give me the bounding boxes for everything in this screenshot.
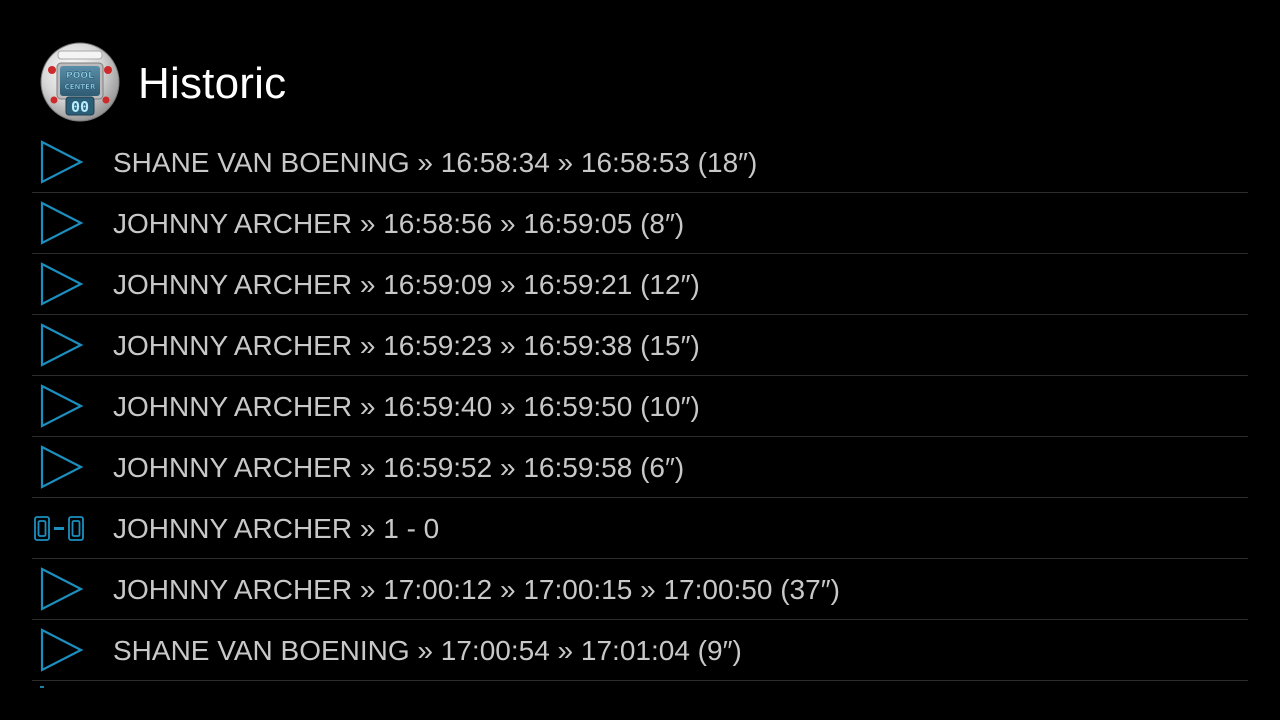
history-item-label: JOHNNY ARCHER » 16:59:52 » 16:59:58 (6″) <box>113 452 685 483</box>
history-item-label: JOHNNY ARCHER » 16:59:40 » 16:59:50 (10″… <box>113 391 700 422</box>
score-icon <box>34 505 86 551</box>
play-icon <box>38 322 84 368</box>
history-item-label: JOHNNY ARCHER » 17:00:12 » 17:00:15 » 17… <box>113 574 840 605</box>
history-item[interactable]: JOHNNY ARCHER » 17:00:12 » 17:00:15 » 17… <box>32 559 1248 620</box>
logo-text-center: CENTER <box>65 83 96 91</box>
logo-text-pool: POOL <box>66 71 94 81</box>
history-item-label: SHANE VAN BOENING » 17:00:54 » 17:01:04 … <box>113 635 742 666</box>
next-row-icon-peek <box>40 686 44 688</box>
history-item[interactable]: SHANE VAN BOENING » 17:00:54 » 17:01:04 … <box>32 620 1248 681</box>
history-item[interactable]: SHANE VAN BOENING » 16:58:34 » 16:58:53 … <box>32 132 1248 193</box>
history-item[interactable]: JOHNNY ARCHER » 16:58:56 » 16:59:05 (8″) <box>32 193 1248 254</box>
history-item[interactable]: JOHNNY ARCHER » 16:59:23 » 16:59:38 (15″… <box>32 315 1248 376</box>
play-icon <box>38 261 84 307</box>
history-item[interactable]: JOHNNY ARCHER » 16:59:40 » 16:59:50 (10″… <box>32 376 1248 437</box>
history-list: SHANE VAN BOENING » 16:58:34 » 16:58:53 … <box>32 132 1248 681</box>
play-icon <box>38 383 84 429</box>
history-item-label: SHANE VAN BOENING » 16:58:34 » 16:58:53 … <box>113 147 758 178</box>
history-item-label: JOHNNY ARCHER » 16:59:23 » 16:59:38 (15″… <box>113 330 700 361</box>
play-icon <box>38 139 84 185</box>
action-bar: POOL CENTER 00 Historic <box>0 0 1280 130</box>
app-window: POOL CENTER 00 Historic SHANE VAN BOENIN… <box>0 0 1280 720</box>
play-icon <box>38 200 84 246</box>
pool-center-logo-icon[interactable]: POOL CENTER 00 <box>40 42 120 122</box>
logo-text-digits: 00 <box>71 98 89 116</box>
play-icon <box>38 566 84 612</box>
history-item[interactable]: JOHNNY ARCHER » 16:59:52 » 16:59:58 (6″) <box>32 437 1248 498</box>
history-item-label: JOHNNY ARCHER » 16:58:56 » 16:59:05 (8″) <box>113 208 685 239</box>
play-icon <box>38 627 84 673</box>
history-item-label: JOHNNY ARCHER » 1 - 0 <box>113 513 440 544</box>
play-icon <box>38 444 84 490</box>
history-item[interactable]: JOHNNY ARCHER » 16:59:09 » 16:59:21 (12″… <box>32 254 1248 315</box>
history-item-label: JOHNNY ARCHER » 16:59:09 » 16:59:21 (12″… <box>113 269 700 300</box>
page-title: Historic <box>138 59 287 108</box>
history-item[interactable]: JOHNNY ARCHER » 1 - 0 <box>32 498 1248 559</box>
